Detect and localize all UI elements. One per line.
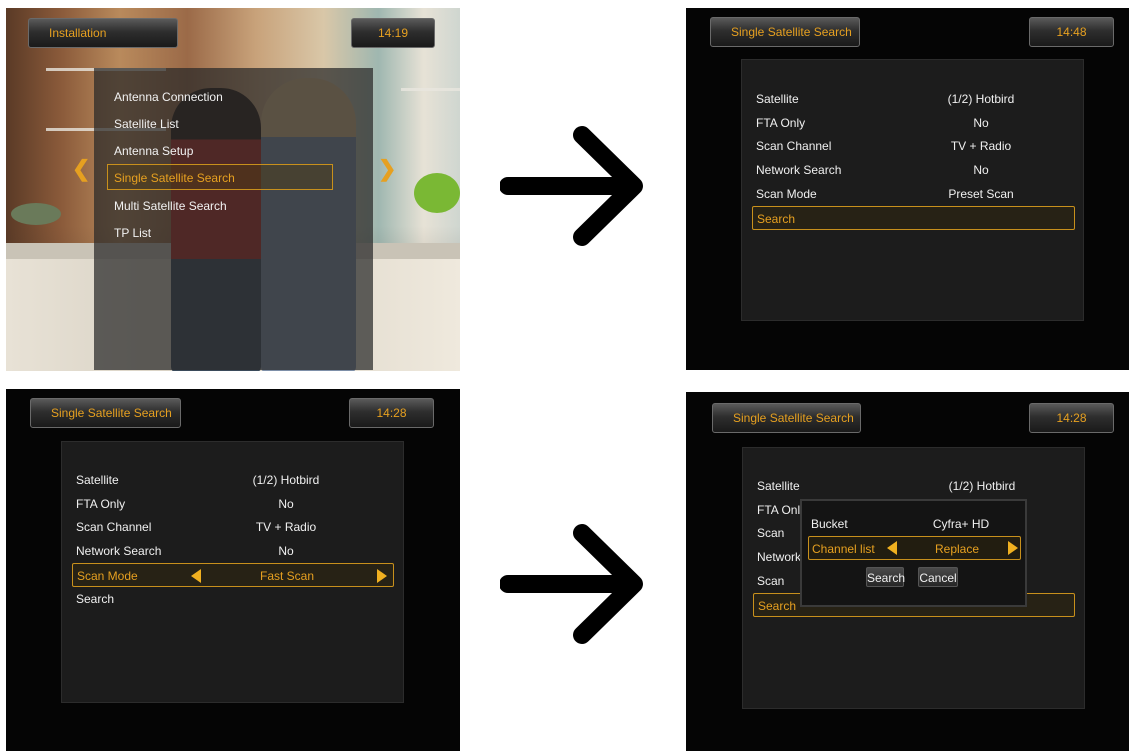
right-arrow-icon	[500, 524, 643, 644]
row-satellite[interactable]: Satellite (1/2) Hotbird	[756, 87, 1076, 111]
row-value: (1/2) Hotbird	[948, 479, 1016, 493]
row-value: No	[278, 497, 294, 511]
row-value: Preset Scan	[948, 187, 1014, 201]
screen-title: Single Satellite Search	[30, 398, 181, 428]
menu-item-tp-list[interactable]: TP List	[114, 221, 151, 245]
menu-item-antenna-setup[interactable]: Antenna Setup	[114, 139, 193, 163]
row-value: No	[973, 116, 989, 130]
row-value: Fast Scan	[259, 569, 315, 583]
clock: 14:28	[349, 398, 434, 428]
left-triangle-icon[interactable]	[887, 541, 897, 555]
row-value: No	[973, 163, 989, 177]
row-label: Bucket	[811, 517, 848, 531]
menu-item-multi-satellite-search[interactable]: Multi Satellite Search	[114, 194, 227, 218]
row-label: Satellite	[757, 479, 800, 493]
row-scan-mode[interactable]: Scan Mo	[757, 569, 802, 593]
row-label: FTA Only	[757, 503, 807, 517]
search-button[interactable]: Search	[866, 567, 905, 587]
channel-list-dialog: Bucket Cyfra+ HD Channel list Replace Se…	[800, 499, 1027, 607]
row-value: Replace	[934, 542, 980, 556]
single-satellite-search-screen-3: Single Satellite Search 14:28 Satellite …	[686, 392, 1129, 751]
row-label: Scan Cha	[757, 526, 785, 540]
row-network-search[interactable]: Network Search No	[756, 158, 1076, 182]
row-satellite[interactable]: Satellite (1/2) Hotbird	[757, 474, 1077, 498]
right-triangle-icon[interactable]	[377, 569, 387, 583]
cancel-button[interactable]: Cancel	[918, 567, 958, 587]
left-triangle-icon[interactable]	[191, 569, 201, 583]
row-label: Satellite	[756, 92, 799, 106]
row-scan-mode[interactable]: Scan Mode Preset Scan	[756, 182, 1076, 206]
row-satellite[interactable]: Satellite (1/2) Hotbird	[76, 468, 396, 492]
row-label: Scan Mo	[757, 574, 785, 588]
row-label: FTA Only	[756, 116, 806, 130]
screen-title: Single Satellite Search	[710, 17, 860, 47]
single-satellite-search-screen-2: Single Satellite Search 14:28 Satellite …	[6, 389, 460, 751]
clock: 14:28	[1029, 403, 1114, 433]
dialog-row-bucket[interactable]: Bucket Cyfra+ HD	[811, 512, 1021, 536]
row-scan-mode[interactable]: Scan Mode Fast Scan	[72, 563, 394, 587]
row-value: TV + Radio	[255, 520, 317, 534]
installation-screen: Installation 14:19 ❮ ❯ Antenna Connectio…	[6, 8, 460, 371]
right-chevron-icon[interactable]: ❯	[378, 158, 396, 180]
screen-title: Installation	[28, 18, 178, 48]
menu-item-antenna-connection[interactable]: Antenna Connection	[114, 85, 223, 109]
row-scan-channel[interactable]: Scan Cha	[757, 521, 802, 545]
row-fta-only[interactable]: FTA Only No	[76, 492, 396, 516]
row-label: Network	[757, 550, 802, 564]
dialog-row-channel-list[interactable]: Channel list Replace	[808, 536, 1021, 560]
row-scan-channel[interactable]: Scan Channel TV + Radio	[756, 134, 1076, 158]
row-scan-channel[interactable]: Scan Channel TV + Radio	[76, 515, 396, 539]
row-label: Scan Mode	[756, 187, 817, 201]
row-label: FTA Only	[76, 497, 126, 511]
row-label: Network Search	[756, 163, 842, 177]
row-label: Search	[757, 212, 796, 226]
row-label: Search	[76, 592, 115, 606]
row-search[interactable]: Search	[76, 587, 396, 611]
row-label: Satellite	[76, 473, 119, 487]
row-label: Network Search	[76, 544, 162, 558]
row-value: (1/2) Hotbird	[947, 92, 1015, 106]
screen-title: Single Satellite Search	[712, 403, 861, 433]
row-value: TV + Radio	[950, 139, 1012, 153]
row-label: Scan Channel	[76, 520, 152, 534]
right-triangle-icon[interactable]	[1008, 541, 1018, 555]
row-value: No	[278, 544, 294, 558]
row-fta-only[interactable]: FTA Only No	[756, 111, 1076, 135]
row-network-search[interactable]: Network Search No	[76, 539, 396, 563]
row-label: Search	[758, 599, 797, 613]
row-value: Cyfra+ HD	[932, 517, 990, 531]
row-label: Scan Mode	[77, 569, 138, 583]
single-satellite-search-screen-1: Single Satellite Search 14:48 Satellite …	[686, 8, 1129, 370]
row-value: (1/2) Hotbird	[252, 473, 320, 487]
right-arrow-icon	[500, 126, 643, 246]
row-label: Scan Channel	[756, 139, 832, 153]
row-network-search[interactable]: Network	[757, 545, 802, 569]
row-search[interactable]: Search	[752, 206, 1075, 230]
left-chevron-icon[interactable]: ❮	[72, 158, 90, 180]
menu-item-satellite-list[interactable]: Satellite List	[114, 112, 179, 136]
row-label: Channel list	[812, 542, 875, 556]
menu-item-single-satellite-search[interactable]: Single Satellite Search	[114, 166, 235, 190]
clock: 14:48	[1029, 17, 1114, 47]
clock: 14:19	[351, 18, 435, 48]
